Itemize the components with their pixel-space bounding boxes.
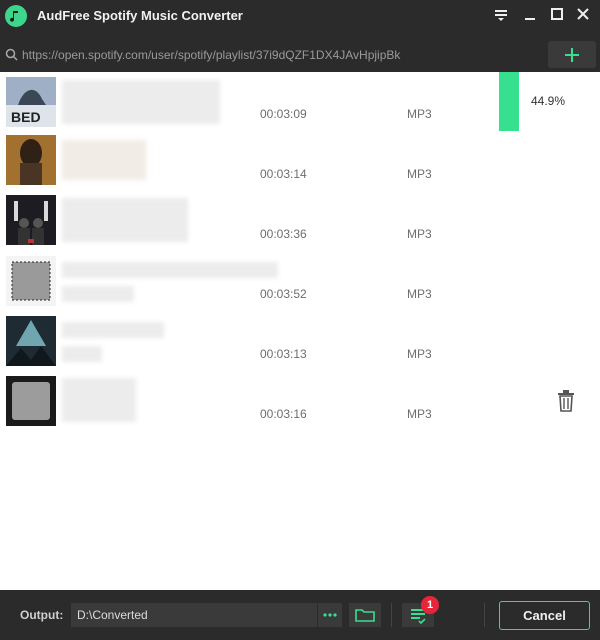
divider [391, 603, 392, 627]
menu-icon[interactable] [490, 4, 512, 26]
music-note-icon [5, 5, 27, 27]
output-label: Output: [20, 608, 64, 622]
track-title-blurred [62, 262, 278, 278]
list-item[interactable]: 00:03:14 MP3 [0, 132, 600, 192]
track-duration: 00:03:36 [260, 227, 307, 241]
close-icon[interactable] [572, 4, 594, 26]
folder-icon [355, 609, 375, 622]
track-duration: 00:03:16 [260, 407, 307, 421]
album-art [6, 195, 56, 245]
svg-text:BED: BED [11, 109, 41, 125]
track-duration: 00:03:09 [260, 107, 307, 121]
track-format: MP3 [407, 227, 432, 241]
add-button[interactable] [548, 41, 596, 68]
track-duration: 00:03:52 [260, 287, 307, 301]
url-bar [0, 40, 600, 70]
album-art [6, 376, 56, 426]
album-art [6, 316, 56, 366]
output-path-input[interactable] [71, 603, 317, 627]
track-artist-blurred [62, 346, 102, 362]
conversion-progress-fill [499, 72, 519, 131]
trash-icon[interactable] [557, 390, 575, 412]
url-input[interactable] [22, 46, 522, 64]
list-item[interactable]: 00:03:52 MP3 [0, 252, 600, 312]
footer-bar: Output: 1 Cancel [0, 590, 600, 640]
search-icon [5, 48, 18, 61]
open-folder-button[interactable] [349, 603, 381, 627]
track-artist-blurred [62, 286, 134, 302]
track-duration: 00:03:13 [260, 347, 307, 361]
cancel-button[interactable]: Cancel [499, 601, 590, 630]
track-list: BED 00:03:09 MP3 44.9% 00:03:14 MP3 00:0… [0, 72, 600, 590]
maximize-icon[interactable] [546, 4, 568, 26]
divider [484, 603, 485, 627]
track-format: MP3 [407, 347, 432, 361]
album-art [6, 135, 56, 185]
list-item[interactable]: 00:03:36 MP3 [0, 192, 600, 252]
track-format: MP3 [407, 167, 432, 181]
app-title: AudFree Spotify Music Converter [37, 8, 243, 23]
track-format: MP3 [407, 107, 432, 121]
conversion-progress-text: 44.9% [531, 94, 566, 108]
minimize-icon[interactable] [519, 4, 541, 26]
browse-more-button[interactable] [318, 603, 342, 627]
track-title-blurred [62, 80, 220, 124]
track-format: MP3 [407, 407, 432, 421]
track-format: MP3 [407, 287, 432, 301]
album-art: BED [6, 77, 56, 127]
notification-badge: 1 [421, 596, 439, 614]
track-title-blurred [62, 198, 188, 242]
list-item[interactable]: 00:03:13 MP3 [0, 312, 600, 372]
title-bar: AudFree Spotify Music Converter [0, 0, 600, 32]
track-title-blurred [62, 140, 146, 180]
list-item[interactable]: BED 00:03:09 MP3 44.9% [0, 72, 600, 132]
track-title-blurred [62, 378, 136, 422]
album-art [6, 256, 56, 306]
list-item[interactable]: 00:03:16 MP3 [0, 372, 600, 432]
track-duration: 00:03:14 [260, 167, 307, 181]
ellipsis-icon [323, 613, 337, 617]
plus-icon [565, 48, 579, 62]
track-title-blurred [62, 322, 164, 338]
